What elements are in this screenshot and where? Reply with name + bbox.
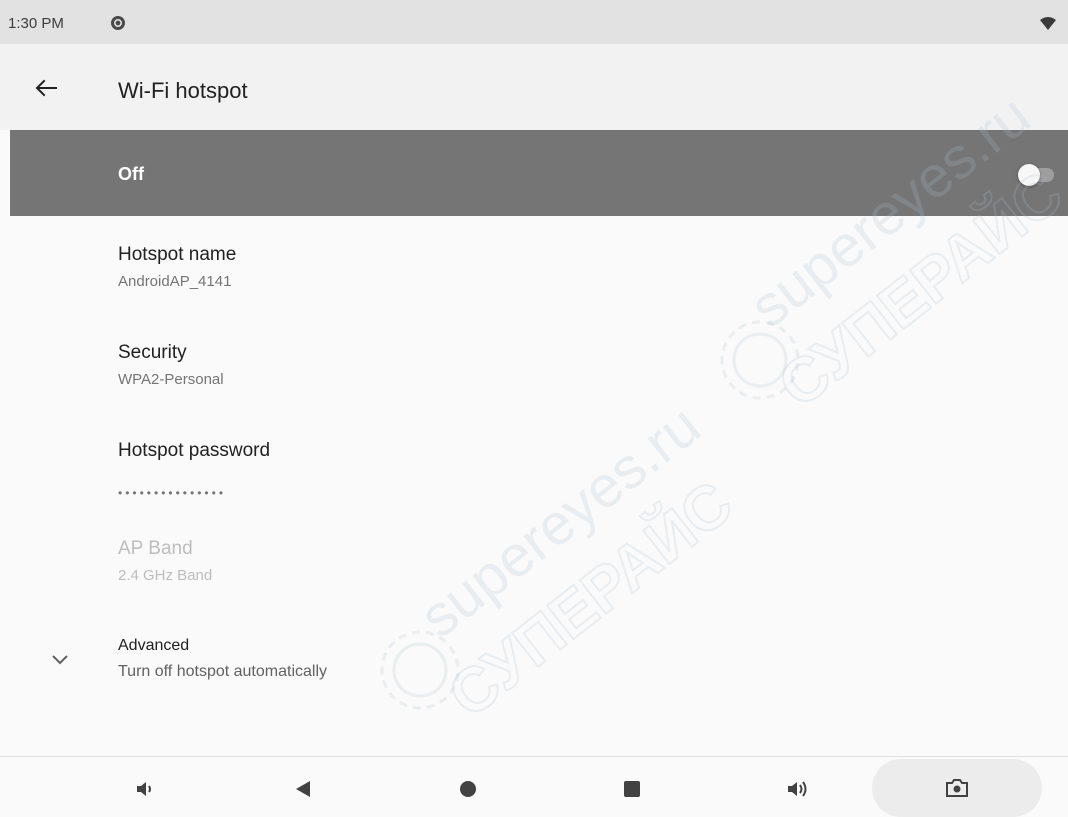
back-triangle-icon (296, 781, 310, 797)
pref-title: AP Band (118, 538, 193, 559)
nav-back-button[interactable] (282, 769, 322, 809)
volume-down-icon (137, 782, 151, 796)
advanced-section[interactable] (0, 620, 1068, 704)
camera-screenshot-icon (946, 779, 968, 797)
chevron-down-icon (52, 655, 68, 665)
advanced-summary: Turn off hotspot automatically (118, 663, 327, 680)
nav-home-button[interactable] (448, 769, 488, 809)
master-switch-label: Off (118, 164, 144, 184)
back-button[interactable] (24, 66, 68, 110)
advanced-title: Advanced (118, 637, 190, 654)
navigation-bar (0, 757, 1068, 817)
pref-security[interactable]: Security WPA2-Personal (0, 328, 1068, 418)
status-time: 1:30 PM (8, 15, 64, 32)
volume-up-icon (788, 781, 807, 797)
hotspot-toggle[interactable] (1014, 164, 1058, 186)
app-bar: Wi-Fi hotspot (0, 44, 1068, 130)
nav-recents-button[interactable] (612, 769, 652, 809)
page-title: Wi-Fi hotspot (118, 78, 248, 103)
status-bar: 1:30 PM (0, 0, 1068, 44)
pref-summary: WPA2-Personal (118, 371, 224, 388)
arrow-back-icon (35, 79, 57, 97)
hotspot-master-switch-bar[interactable]: Off (10, 130, 1068, 216)
pref-summary: 2.4 GHz Band (118, 567, 213, 584)
pref-hotspot-password[interactable]: Hotspot password (0, 426, 1068, 516)
pref-summary: AndroidAP_4141 (118, 273, 232, 290)
pref-ap-band: AP Band 2.4 GHz Band (0, 524, 1068, 614)
pref-title: Security (118, 342, 187, 363)
home-circle-icon (460, 781, 476, 797)
wifi-signal-icon (1040, 17, 1056, 30)
pref-title: Hotspot password (118, 440, 271, 461)
toggle-thumb (1018, 164, 1040, 186)
volume-down-button[interactable] (126, 769, 166, 809)
volume-up-button[interactable] (778, 769, 818, 809)
recents-square-icon (624, 781, 640, 797)
app-notification-icon (111, 16, 125, 30)
password-masked-value: ••••••••••••••• (118, 486, 227, 500)
pref-title: Hotspot name (118, 244, 237, 265)
pref-hotspot-name[interactable]: Hotspot name AndroidAP_4141 (0, 230, 1068, 320)
screenshot-button[interactable] (872, 759, 1042, 817)
